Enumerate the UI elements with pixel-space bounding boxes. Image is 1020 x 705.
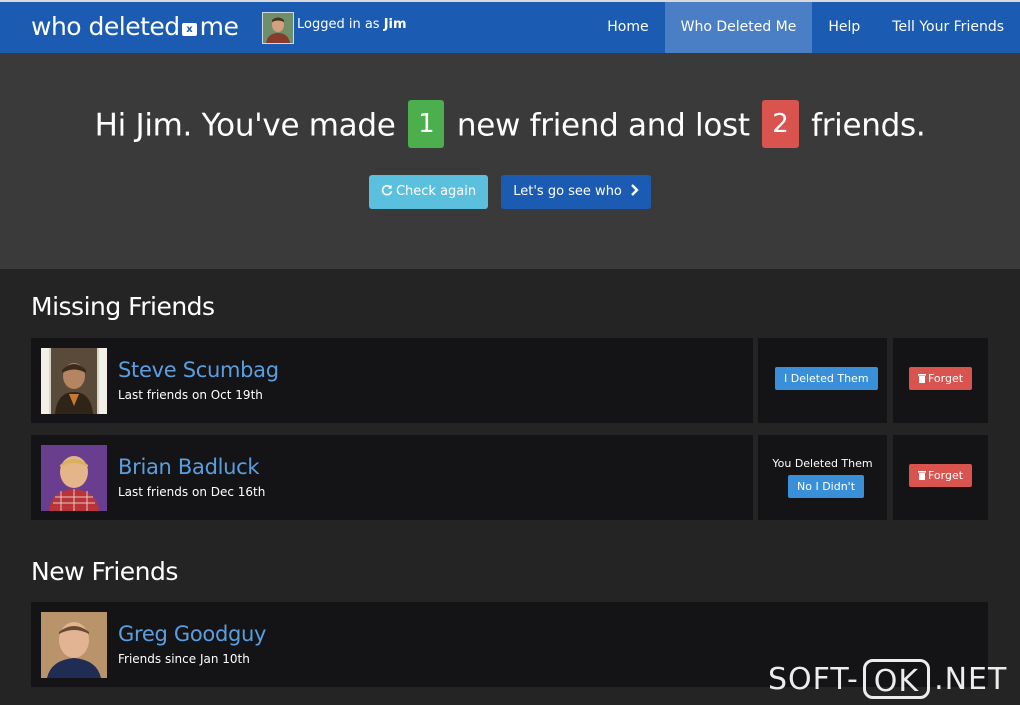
forget-button[interactable]: Forget [909,464,973,487]
missing-friend-row-steve: Steve Scumbag Last friends on Oct 19th I… [31,338,988,423]
hero-headline: Hi Jim. You've made 1 new friend and los… [0,100,1020,151]
forget-cell: Forget [893,435,988,520]
new-friends-count-badge: 1 [408,100,445,148]
check-again-label: Check again [395,184,477,199]
new-friends-title: New Friends [31,557,178,586]
no-i-didnt-button[interactable]: No I Didn't [788,475,865,498]
greg-avatar [41,612,107,678]
watermark-right: .NET [934,661,1008,697]
action-cell: I Deleted Them [758,338,887,423]
hero-text-3: friends. [811,107,926,144]
forget-cell: Forget [893,338,988,423]
friend-info-cell: Brian Badluck Last friends on Dec 16th [31,435,753,520]
trash-icon [918,374,926,383]
watermark: SOFT- OK .NET [768,656,1007,702]
brand-logo[interactable]: who deleted x me [31,12,239,41]
brand-text-left: who deleted [31,12,180,41]
friend-name-link[interactable]: Greg Goodguy [118,622,266,646]
nav-home[interactable]: Home [591,2,664,53]
lets-go-label: Let's go see who [513,184,622,199]
watermark-box: OK [862,659,931,699]
trash-icon [918,471,926,480]
refresh-icon [381,184,393,196]
friend-last-seen: Last friends on Dec 16th [118,485,266,499]
missing-friend-row-brian: Brian Badluck Last friends on Dec 16th Y… [31,435,988,520]
hero-panel: Hi Jim. You've made 1 new friend and los… [0,53,1020,269]
brand-x-icon: x [181,23,197,36]
hero-buttons: Check again Let's go see who [0,175,1020,209]
friend-last-seen: Last friends on Oct 19th [118,388,263,402]
action-cell: You Deleted Them No I Didn't [758,435,887,520]
navbar: who deleted x me Logged in as Jim Home W… [0,0,1020,53]
nav-tell-your-friends[interactable]: Tell Your Friends [876,2,1020,53]
you-deleted-them-label: You Deleted Them [772,457,873,470]
brian-avatar [41,445,107,511]
friend-name-link[interactable]: Brian Badluck [118,455,260,479]
nav-links: Home Who Deleted Me Help Tell Your Frien… [591,2,1020,53]
brand-text-right: me [199,12,239,41]
missing-friends-title: Missing Friends [31,292,215,321]
logged-in-prefix: Logged in as [297,17,380,32]
user-avatar [262,12,294,44]
lost-friends-count-badge: 2 [762,100,799,148]
hero-text-1: Hi Jim. You've made [94,107,396,144]
hero-text-2: new friend and lost [456,107,750,144]
steve-avatar [41,348,107,414]
watermark-left: SOFT- [768,661,859,697]
friend-info-cell: Steve Scumbag Last friends on Oct 19th [31,338,753,423]
lets-go-see-who-button[interactable]: Let's go see who [501,175,652,209]
nav-who-deleted-me[interactable]: Who Deleted Me [664,2,813,53]
chevron-right-icon [631,184,639,196]
forget-button[interactable]: Forget [909,367,973,390]
logged-in-status: Logged in as Jim [297,17,407,32]
i-deleted-them-button[interactable]: I Deleted Them [775,367,878,390]
user-avatar-icon [263,13,293,43]
friend-name-link[interactable]: Steve Scumbag [118,358,279,382]
logged-in-user: Jim [383,17,407,32]
forget-label: Forget [928,469,964,482]
check-again-button[interactable]: Check again [368,175,489,209]
forget-label: Forget [928,372,964,385]
friend-since: Friends since Jan 10th [118,652,250,666]
nav-help[interactable]: Help [812,2,876,53]
